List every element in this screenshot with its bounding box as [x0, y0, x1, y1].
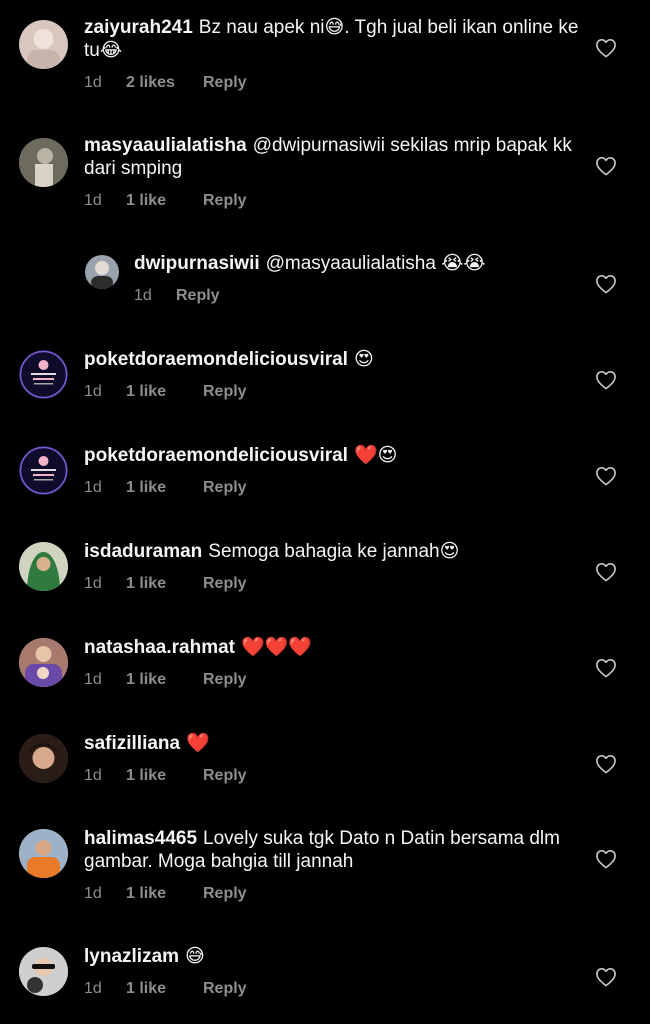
reply-button[interactable]: Reply	[203, 383, 247, 401]
heart-outline-icon[interactable]	[595, 967, 617, 987]
comment-username[interactable]: safizilliana	[84, 733, 180, 754]
comment-content: @masyaaulialatisha 😭😭	[265, 253, 486, 274]
comment-meta: 1d 2 likes Reply	[84, 74, 580, 92]
comment-time: 1d	[84, 885, 102, 902]
comment-body: lynazlizam 😅 1d 1 like Reply	[84, 945, 580, 998]
heart-outline-icon[interactable]	[595, 849, 617, 869]
comment-text: poketdoraemondeliciousviral ❤️😍	[84, 444, 580, 467]
comment-likes[interactable]: 1 like	[126, 671, 203, 689]
comment-meta: 1d 1 like Reply	[84, 885, 580, 903]
comment-body: dwipurnasiwii @masyaaulialatisha 😭😭 1d Re…	[134, 252, 580, 305]
comment-content: ❤️❤️❤️	[241, 637, 312, 658]
reply-button[interactable]: Reply	[203, 192, 247, 210]
comment-body: poketdoraemondeliciousviral 😍 1d 1 like R…	[84, 348, 580, 401]
avatar[interactable]	[19, 829, 68, 878]
heart-outline-icon[interactable]	[595, 38, 617, 58]
avatar[interactable]	[19, 542, 68, 591]
heart-outline-icon[interactable]	[595, 658, 617, 678]
comment-body: zaiyurah241 Bz nau apek ni😅. Tgh jual bel…	[84, 16, 580, 92]
comment-time: 1d	[84, 383, 102, 400]
comment-likes[interactable]: 1 like	[126, 575, 203, 593]
avatar[interactable]	[19, 138, 68, 187]
comment-username[interactable]: dwipurnasiwii	[134, 253, 260, 274]
avatar[interactable]	[19, 638, 68, 687]
comment-text: dwipurnasiwii @masyaaulialatisha 😭😭	[134, 252, 580, 275]
comment-text: masyaaulialatisha @dwipurnasiwii sekilas …	[84, 134, 580, 180]
comment-meta: 1d 1 like Reply	[84, 192, 580, 210]
comment-likes[interactable]: 1 like	[126, 192, 203, 210]
comment-likes[interactable]: 1 like	[126, 885, 203, 903]
comment-content: 😍	[353, 349, 374, 370]
comment-time: 1d	[84, 575, 102, 592]
comment-likes[interactable]: 1 like	[126, 767, 203, 785]
comment-meta: 1d 1 like Reply	[84, 671, 580, 689]
comment-time: 1d	[84, 192, 102, 209]
avatar[interactable]	[19, 446, 68, 495]
comment-likes[interactable]: 1 like	[126, 479, 203, 497]
comment-body: isdaduraman Semoga bahagia ke jannah😍 1d …	[84, 540, 580, 593]
comment-likes[interactable]: 2 likes	[126, 74, 203, 92]
comment-meta: 1d 1 like Reply	[84, 383, 580, 401]
comment-text: poketdoraemondeliciousviral 😍	[84, 348, 580, 371]
avatar[interactable]	[19, 350, 68, 399]
heart-outline-icon[interactable]	[595, 370, 617, 390]
avatar[interactable]	[19, 734, 68, 783]
comment-meta: 1d 1 like Reply	[84, 767, 580, 785]
avatar[interactable]	[19, 947, 68, 996]
comment-text: isdaduraman Semoga bahagia ke jannah😍	[84, 540, 580, 563]
comment-username[interactable]: lynazlizam	[84, 946, 179, 967]
comment-text: natashaa.rahmat ❤️❤️❤️	[84, 636, 580, 659]
reply-button[interactable]: Reply	[203, 767, 247, 785]
heart-outline-icon[interactable]	[595, 754, 617, 774]
comment-time: 1d	[84, 74, 102, 91]
comment-meta: 1d Reply	[134, 287, 580, 305]
reply-button[interactable]: Reply	[203, 575, 247, 593]
heart-outline-icon[interactable]	[595, 156, 617, 176]
heart-outline-icon[interactable]	[595, 466, 617, 486]
heart-outline-icon[interactable]	[595, 274, 617, 294]
comment-content: ❤️	[186, 733, 210, 754]
comment-body: masyaaulialatisha @dwipurnasiwii sekilas …	[84, 134, 580, 210]
comment-text: lynazlizam 😅	[84, 945, 580, 968]
reply-button[interactable]: Reply	[203, 885, 247, 903]
comment-likes[interactable]: 1 like	[126, 383, 203, 401]
comment-text: halimas4465 Lovely suka tgk Dato n Datin …	[84, 827, 580, 873]
comment-body: natashaa.rahmat ❤️❤️❤️ 1d 1 like Reply	[84, 636, 580, 689]
comment-time: 1d	[134, 287, 152, 304]
comment-body: safizilliana ❤️ 1d 1 like Reply	[84, 732, 580, 785]
comment-time: 1d	[84, 479, 102, 496]
reply-button[interactable]: Reply	[203, 980, 247, 998]
comment-username[interactable]: poketdoraemondeliciousviral	[84, 349, 348, 370]
comment-content: Semoga bahagia ke jannah😍	[208, 541, 460, 562]
comment-username[interactable]: zaiyurah241	[84, 17, 193, 38]
comment-body: halimas4465 Lovely suka tgk Dato n Datin …	[84, 827, 580, 903]
comment-time: 1d	[84, 980, 102, 997]
comment-meta: 1d 1 like Reply	[84, 575, 580, 593]
comment-username[interactable]: halimas4465	[84, 828, 197, 849]
reply-button[interactable]: Reply	[203, 74, 247, 92]
avatar[interactable]	[85, 255, 119, 289]
comment-time: 1d	[84, 671, 102, 688]
comment-text: safizilliana ❤️	[84, 732, 580, 755]
avatar[interactable]	[19, 20, 68, 69]
comment-username[interactable]: masyaaulialatisha	[84, 135, 247, 156]
reply-button[interactable]: Reply	[203, 671, 247, 689]
comment-username[interactable]: isdaduraman	[84, 541, 202, 562]
comment-username[interactable]: poketdoraemondeliciousviral	[84, 445, 348, 466]
comment-meta: 1d 1 like Reply	[84, 479, 580, 497]
heart-outline-icon[interactable]	[595, 562, 617, 582]
comment-content: 😅	[185, 946, 205, 967]
comment-username[interactable]: natashaa.rahmat	[84, 637, 235, 658]
reply-button[interactable]: Reply	[203, 479, 247, 497]
comment-text: zaiyurah241 Bz nau apek ni😅. Tgh jual bel…	[84, 16, 580, 62]
comment-likes[interactable]: 1 like	[126, 980, 203, 998]
comment-content: ❤️😍	[353, 445, 398, 466]
comment-meta: 1d 1 like Reply	[84, 980, 580, 998]
comment-time: 1d	[84, 767, 102, 784]
comment-body: poketdoraemondeliciousviral ❤️😍 1d 1 like…	[84, 444, 580, 497]
reply-button[interactable]: Reply	[176, 287, 220, 305]
